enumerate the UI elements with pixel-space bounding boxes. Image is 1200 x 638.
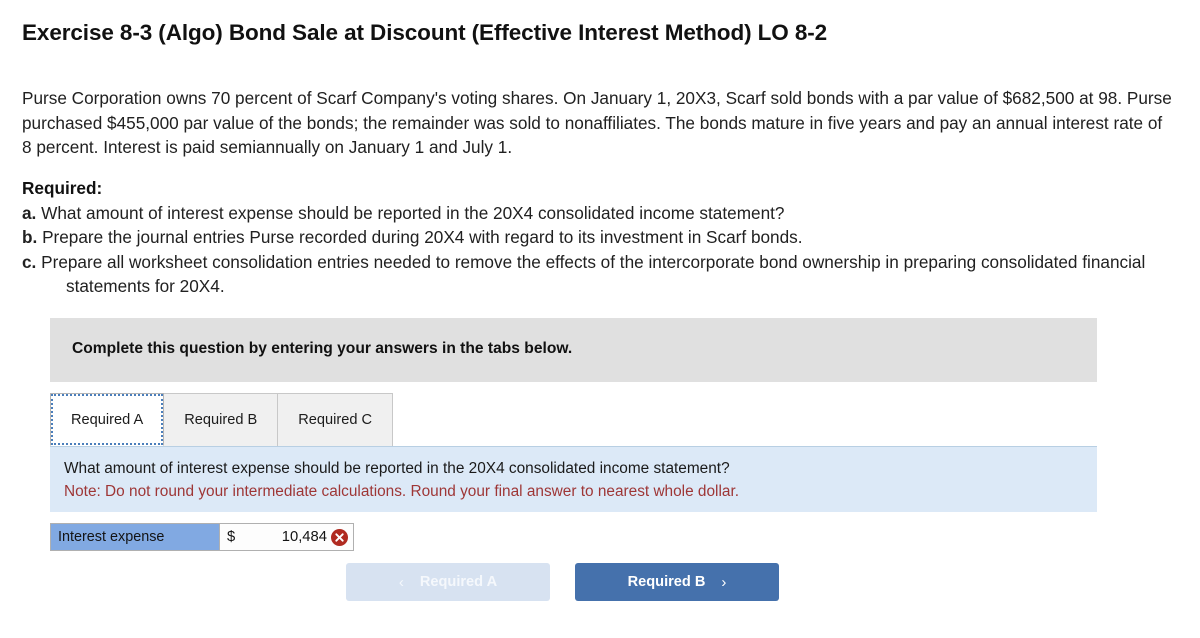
tab-required-c-label: Required C	[298, 412, 373, 428]
required-heading: Required:	[22, 178, 103, 198]
required-item-a-letter: a.	[22, 202, 37, 223]
problem-statement: Purse Corporation owns 70 percent of Sca…	[22, 88, 1172, 157]
panel-question-text: What amount of interest expense should b…	[64, 460, 730, 477]
prev-required-a-button[interactable]: ‹ Required A	[346, 563, 550, 601]
tab-required-b[interactable]: Required B	[163, 393, 279, 446]
required-item-c: c. Prepare all worksheet consolidation e…	[22, 250, 1172, 299]
required-block: Required: a. What amount of interest exp…	[22, 176, 1172, 299]
required-item-c-letter: c.	[22, 251, 37, 272]
answer-row: Interest expense $ 10,484	[50, 523, 354, 551]
exercise-page: Exercise 8-3 (Algo) Bond Sale at Discoun…	[0, 0, 1200, 638]
currency-symbol: $	[227, 529, 236, 545]
tab-required-a-label: Required A	[71, 411, 144, 428]
interest-expense-input[interactable]: $ 10,484	[220, 524, 353, 550]
required-item-c-text: Prepare all worksheet consolidation entr…	[41, 251, 1146, 297]
tab-required-b-label: Required B	[184, 412, 258, 428]
page-title: Exercise 8-3 (Algo) Bond Sale at Discoun…	[22, 20, 828, 45]
required-item-a: a. What amount of interest expense shoul…	[22, 201, 1172, 226]
required-item-b-text: Prepare the journal entries Purse record…	[42, 227, 803, 247]
panel-note-text: Note: Do not round your intermediate cal…	[64, 483, 740, 500]
interest-expense-value: 10,484	[281, 529, 327, 545]
chevron-right-icon: ›	[721, 573, 727, 591]
tab-required-c[interactable]: Required C	[277, 393, 394, 446]
required-item-b-letter: b.	[22, 227, 38, 247]
chevron-left-icon: ‹	[398, 573, 404, 591]
instruction-banner-text: Complete this question by entering your …	[72, 340, 573, 357]
required-item-b: b. Prepare the journal entries Purse rec…	[22, 225, 1172, 250]
instruction-banner: Complete this question by entering your …	[50, 318, 1097, 382]
error-x-circle-icon	[331, 528, 348, 546]
answer-row-label: Interest expense	[51, 524, 220, 550]
required-item-a-text: What amount of interest expense should b…	[41, 202, 785, 223]
tab-required-a[interactable]: Required A	[50, 393, 165, 446]
next-button-label: Required B	[627, 574, 706, 590]
tab-strip: Required A Required B Required C	[50, 393, 394, 447]
tab-content-panel: What amount of interest expense should b…	[50, 446, 1097, 512]
next-required-b-button[interactable]: Required B ›	[575, 563, 779, 601]
prev-button-label: Required A	[419, 574, 498, 590]
